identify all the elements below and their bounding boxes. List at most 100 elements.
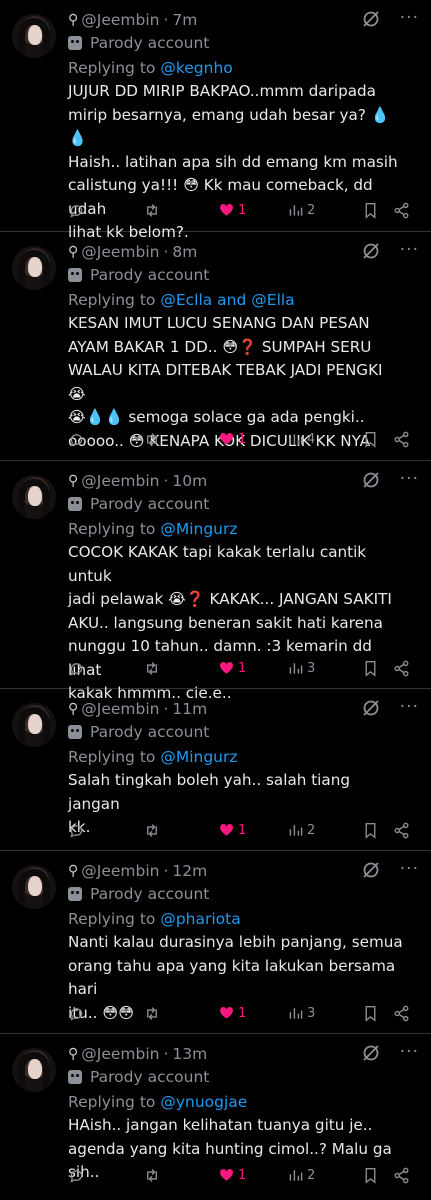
views-button[interactable]: 3: [288, 657, 315, 679]
share-icon: [394, 1167, 409, 1183]
more-options-icon[interactable]: ···: [400, 859, 419, 879]
timestamp[interactable]: 7m: [172, 11, 197, 29]
parody-mask-icon: [68, 497, 82, 511]
user-handle[interactable]: @Jeembin: [81, 862, 159, 880]
share-button[interactable]: [393, 1002, 410, 1024]
replying-to-link[interactable]: @kegnho: [160, 59, 232, 77]
parody-label: Parody account: [68, 883, 209, 905]
reply-icon: [70, 1007, 83, 1021]
user-handle[interactable]: @Jeembin: [81, 243, 159, 261]
tweet-header: ⚲ @Jeembin · 12m: [68, 860, 207, 882]
parody-text: Parody account: [90, 266, 210, 284]
action-bar: 1 4: [68, 428, 411, 450]
avatar[interactable]: [12, 703, 56, 747]
tweet[interactable]: ⚲ @Jeembin · 10m ··· Parody account Repl…: [0, 461, 431, 702]
reply-button[interactable]: [68, 657, 85, 679]
bookmark-icon: [365, 822, 376, 839]
views-button[interactable]: 3: [288, 1002, 315, 1024]
like-button[interactable]: 1: [218, 819, 246, 841]
replying-to: Replying to @kegnho: [68, 57, 233, 79]
user-handle[interactable]: @Jeembin: [81, 11, 159, 29]
user-handle[interactable]: @Jeembin: [81, 472, 159, 490]
timestamp[interactable]: 12m: [172, 862, 207, 880]
repost-button[interactable]: [143, 199, 161, 221]
like-button[interactable]: 1: [218, 657, 246, 679]
views-button[interactable]: 2: [288, 1164, 315, 1186]
timestamp[interactable]: 11m: [172, 700, 207, 718]
bookmark-button[interactable]: [363, 1164, 378, 1186]
view-count: 3: [307, 660, 316, 676]
more-options-icon[interactable]: ···: [400, 8, 419, 28]
bookmark-button[interactable]: [363, 657, 378, 679]
repost-button[interactable]: [143, 657, 161, 679]
grok-icon[interactable]: [361, 860, 381, 880]
views-button[interactable]: 2: [288, 819, 315, 841]
reply-button[interactable]: [68, 1002, 85, 1024]
like-button[interactable]: 1: [218, 1002, 246, 1024]
parody-text: Parody account: [90, 495, 210, 513]
user-handle[interactable]: @Jeembin: [81, 700, 159, 718]
replying-to-link[interactable]: @Eclla and @Ella: [160, 291, 294, 309]
grok-icon[interactable]: [361, 698, 381, 718]
more-options-icon[interactable]: ···: [400, 469, 419, 489]
timestamp[interactable]: 13m: [172, 1045, 207, 1063]
more-options-icon[interactable]: ···: [400, 697, 419, 717]
timestamp[interactable]: 8m: [172, 243, 197, 261]
parody-label: Parody account: [68, 32, 209, 54]
more-options-icon[interactable]: ···: [400, 240, 419, 260]
grok-icon[interactable]: [361, 470, 381, 490]
share-button[interactable]: [393, 428, 410, 450]
replying-to-link[interactable]: @Mingurz: [160, 748, 237, 766]
share-button[interactable]: [393, 819, 410, 841]
bookmark-button[interactable]: [363, 1002, 378, 1024]
like-button[interactable]: 1: [218, 428, 246, 450]
reply-button[interactable]: [68, 819, 85, 841]
like-button[interactable]: 1: [218, 199, 246, 221]
grok-icon[interactable]: [361, 241, 381, 261]
replying-to-link[interactable]: @ynuogjae: [160, 1093, 247, 1111]
tweet-header: ⚲ @Jeembin · 10m: [68, 470, 207, 492]
share-icon: [394, 202, 409, 218]
tweet[interactable]: ⚲ @Jeembin · 7m ··· Parody account Reply…: [0, 0, 431, 241]
grok-icon[interactable]: [361, 1043, 381, 1063]
tweet[interactable]: ⚲ @Jeembin · 8m ··· Parody account Reply…: [0, 232, 431, 461]
avatar[interactable]: [12, 475, 56, 519]
like-button[interactable]: 1: [218, 1164, 246, 1186]
like-count: 1: [238, 822, 247, 838]
more-options-icon[interactable]: ···: [400, 1042, 419, 1062]
view-count: 4: [307, 431, 316, 447]
share-button[interactable]: [393, 1164, 410, 1186]
repost-icon: [147, 823, 157, 837]
avatar[interactable]: [12, 865, 56, 909]
avatar[interactable]: [12, 14, 56, 58]
tweet-header: ⚲ @Jeembin · 7m: [68, 9, 197, 31]
timeline-feed[interactable]: ⚲ @Jeembin · 7m ··· Parody account Reply…: [0, 0, 431, 1200]
view-count: 3: [307, 1005, 316, 1021]
repost-button[interactable]: [143, 819, 161, 841]
reply-button[interactable]: [68, 1164, 85, 1186]
replying-to: Replying to @Mingurz: [68, 518, 238, 540]
timestamp[interactable]: 10m: [172, 472, 207, 490]
views-button[interactable]: 2: [288, 199, 315, 221]
tweet[interactable]: ⚲ @Jeembin · 13m ··· Parody account Repl…: [0, 1034, 431, 1200]
tweet[interactable]: ⚲ @Jeembin · 12m ··· Parody account Repl…: [0, 851, 431, 1034]
view-count: 2: [307, 1167, 316, 1183]
tweet[interactable]: ⚲ @Jeembin · 11m ··· Parody account Repl…: [0, 689, 431, 851]
reply-button[interactable]: [68, 199, 85, 221]
bookmark-button[interactable]: [363, 199, 378, 221]
avatar[interactable]: [12, 246, 56, 290]
views-button[interactable]: 4: [288, 428, 315, 450]
bookmark-button[interactable]: [363, 428, 378, 450]
avatar[interactable]: [12, 1048, 56, 1092]
repost-button[interactable]: [143, 1164, 161, 1186]
repost-button[interactable]: [143, 428, 161, 450]
share-button[interactable]: [393, 657, 410, 679]
grok-icon[interactable]: [361, 9, 381, 29]
replying-to-link[interactable]: @phariota: [160, 910, 240, 928]
user-handle[interactable]: @Jeembin: [81, 1045, 159, 1063]
replying-to-link[interactable]: @Mingurz: [160, 520, 237, 538]
share-button[interactable]: [393, 199, 410, 221]
reply-button[interactable]: [68, 428, 85, 450]
bookmark-button[interactable]: [363, 819, 378, 841]
repost-button[interactable]: [143, 1002, 161, 1024]
